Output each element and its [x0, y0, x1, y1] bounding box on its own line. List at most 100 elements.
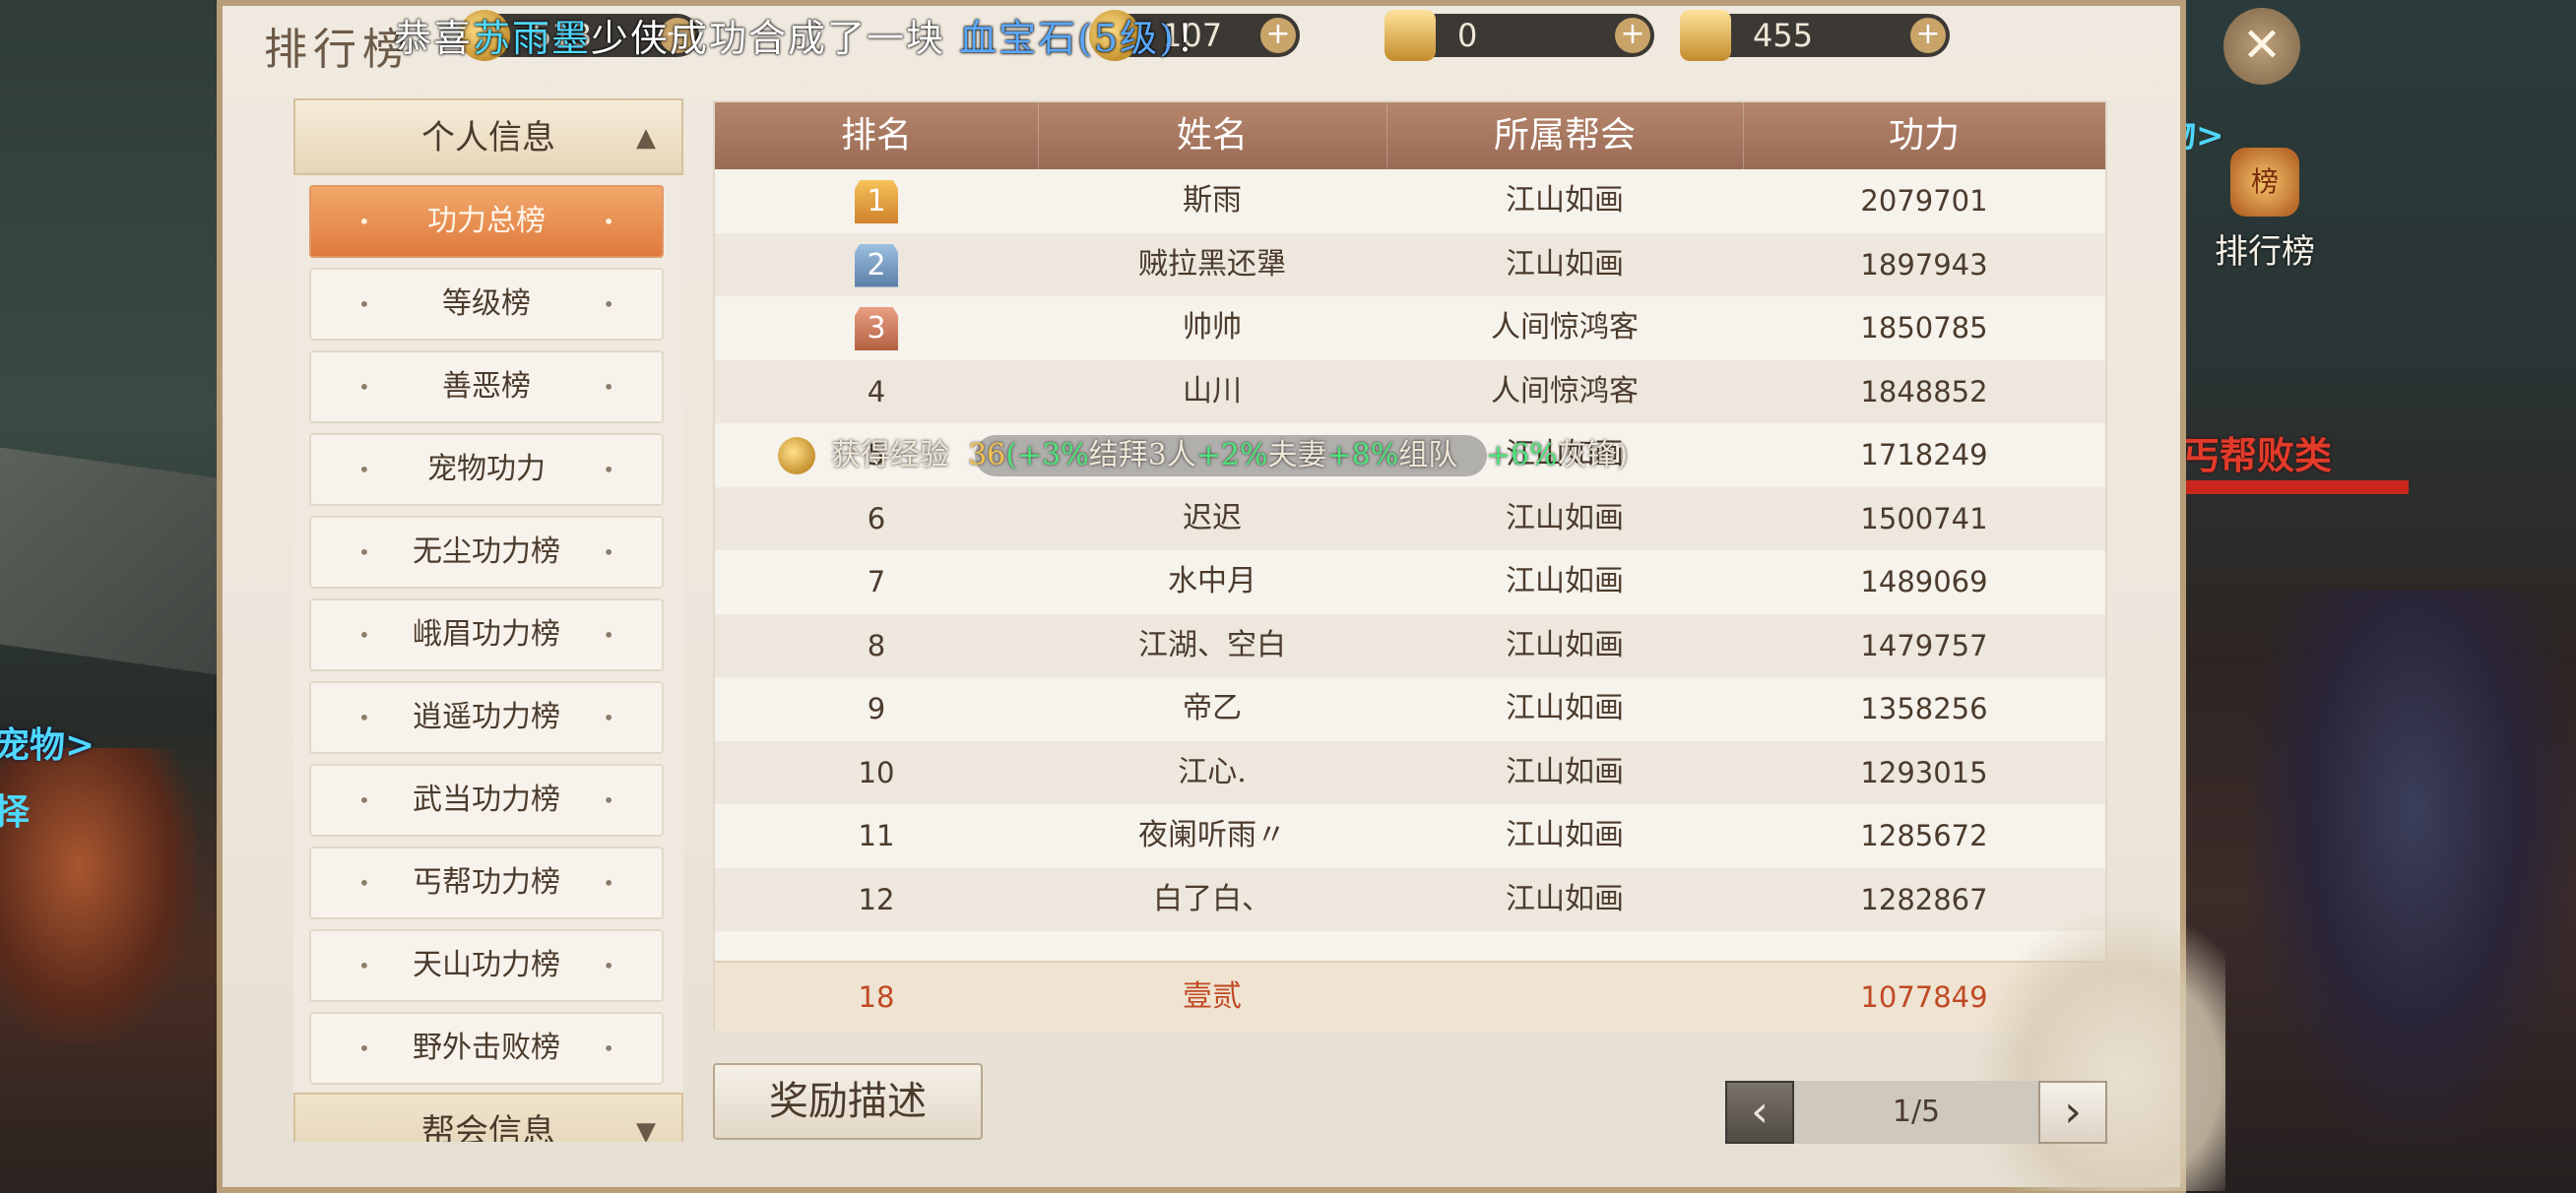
sidebar-item-tianshan[interactable]: • 天山功力榜 •: [309, 929, 664, 1002]
exp-text-4: 灰锋): [1557, 438, 1629, 472]
power-cell: 1718249: [1860, 438, 1988, 471]
power-cell: 1850785: [1860, 311, 1988, 345]
player-name-cell: 帝乙: [1183, 691, 1242, 725]
rank-cell: 8: [867, 628, 886, 662]
sidebar-item-gaibang[interactable]: • 丐帮功力榜 •: [309, 847, 664, 919]
exp-bonus-4: +6%: [1485, 438, 1558, 472]
player-name-cell: 山川: [1183, 373, 1242, 408]
collapse-arrow-icon: ▲: [636, 123, 656, 153]
column-header-power: 功力: [1888, 115, 1960, 156]
sidebar-item-wudang[interactable]: • 武当功力榜 •: [309, 764, 664, 837]
sidebar-item-emei[interactable]: • 峨眉功力榜 •: [309, 598, 664, 671]
table-row[interactable]: 8 江湖、空白 江山如画 1479757: [715, 613, 2105, 677]
table-row[interactable]: 6 迟迟 江山如画 1500741: [715, 486, 2105, 550]
sidebar-item-label: 野外击败榜: [413, 1031, 560, 1065]
power-cell: 1479757: [1860, 628, 1988, 662]
guild-cell: 人间惊鸿客: [1491, 373, 1639, 408]
page-indicator: 1/5: [1892, 1095, 1941, 1129]
close-button[interactable]: ✕: [2223, 8, 2300, 85]
next-page-button[interactable]: ›: [2038, 1081, 2107, 1144]
guild-info-header[interactable]: 帮会信息 ▼: [293, 1093, 683, 1142]
guild-cell: 人间惊鸿客: [1491, 310, 1639, 345]
stone-wall: [0, 447, 217, 675]
add-currency-button[interactable]: +: [1615, 18, 1650, 53]
my-rank: 18: [858, 980, 895, 1014]
exp-text-1: 结拜3人: [1088, 438, 1196, 472]
announcement-player: 苏雨墨: [473, 17, 592, 60]
table-row[interactable]: 2 贼拉黑还犟 江山如画 1897943: [715, 232, 2105, 296]
rank-cell: 2: [715, 233, 1038, 296]
panel-title: 排行榜: [264, 25, 412, 75]
personal-info-header[interactable]: 个人信息 ▲: [293, 98, 683, 175]
enemy-name-label: 丐帮败类: [2182, 433, 2333, 477]
sidebar-item-field-kills[interactable]: • 野外击败榜 •: [309, 1012, 664, 1085]
exp-base: 36: [968, 438, 1006, 472]
cloud-decoration: [1969, 906, 2225, 1191]
reward-description-button[interactable]: 奖励描述: [713, 1063, 983, 1140]
rank-medal-bronze-icon: 3: [855, 307, 898, 350]
sidebar-item-label: 丐帮功力榜: [413, 865, 560, 900]
guild-cell: 江山如画: [1506, 754, 1624, 789]
rank-cell: 10: [858, 755, 895, 789]
add-currency-button[interactable]: +: [1260, 18, 1296, 53]
player-name-cell: 贼拉黑还犟: [1138, 246, 1286, 282]
currency-value: 0: [1457, 17, 1478, 54]
table-row[interactable]: 12 白了白、 江山如画 1282867: [715, 867, 2105, 931]
player-name-cell: 斯雨: [1183, 183, 1242, 218]
sidebar-item-wuchen[interactable]: • 无尘功力榜 •: [309, 516, 664, 589]
rank-cell: 3: [715, 296, 1038, 359]
previous-page-button[interactable]: ‹: [1725, 1081, 1794, 1144]
side-ranking-button[interactable]: 榜 排行榜: [2196, 148, 2334, 276]
pagination: ‹ 1/5 ›: [1725, 1081, 2107, 1144]
side-ranking-label: 排行榜: [2215, 232, 2315, 272]
sidebar-item-label: 逍遥功力榜: [413, 700, 560, 734]
guild-cell: 江山如画: [1506, 183, 1624, 218]
player-name-cell: 水中月: [1168, 564, 1256, 598]
table-header: 排名 姓名 所属帮会 功力: [715, 102, 2105, 169]
power-cell: 1489069: [1860, 565, 1988, 598]
table-row[interactable]: 7 水中月 江山如画 1489069: [715, 550, 2105, 613]
rank-cell: 7: [867, 565, 886, 598]
sidebar-item-power-total[interactable]: • 功力总榜 •: [309, 185, 664, 258]
table-row[interactable]: 11 夜阑听雨〃 江山如画 1285672: [715, 804, 2105, 867]
power-cell: 1285672: [1860, 819, 1988, 852]
table-row[interactable]: 3 帅帅 人间惊鸿客 1850785: [715, 296, 2105, 359]
exp-text-2: 夫妻: [1267, 438, 1327, 472]
rank-cell: 6: [867, 501, 886, 535]
rank-cell: 1: [715, 169, 1038, 232]
power-cell: 1897943: [1860, 247, 1988, 282]
ranking-table: 排名 姓名 所属帮会 功力 1 斯雨 江山如画 2079701 2 贼拉黑还犟 江山如画 18…: [713, 100, 2107, 1032]
player-name-cell: 江心.: [1178, 754, 1247, 789]
sidebar-item-label: 武当功力榜: [413, 783, 560, 817]
rank-medal-gold-icon: 1: [855, 180, 898, 223]
coin-icon: [778, 437, 815, 474]
column-header-guild: 所属帮会: [1386, 102, 1744, 169]
exp-bonus-1: (+3%: [1005, 438, 1089, 472]
close-icon: ✕: [2241, 18, 2283, 73]
sidebar-item-pet-power[interactable]: • 宠物功力 •: [309, 433, 664, 506]
power-cell: 1358256: [1860, 692, 1988, 725]
exp-bonus-2: +2%: [1195, 438, 1268, 472]
npc-label-left-2: 择: [0, 791, 31, 833]
guild-cell: 江山如画: [1506, 881, 1624, 916]
player-name-cell: 白了白、: [1153, 881, 1271, 916]
add-currency-button[interactable]: +: [1910, 18, 1946, 53]
table-row[interactable]: 1 斯雨 江山如画 2079701: [715, 169, 2105, 232]
power-cell: 1500741: [1860, 501, 1988, 535]
sidebar-item-label: 功力总榜: [427, 204, 546, 238]
sidebar-item-karma[interactable]: • 善恶榜 •: [309, 350, 664, 423]
column-header-name: 姓名: [1038, 102, 1387, 169]
enemy-character: [2251, 591, 2576, 1142]
rank-cell: 4: [867, 374, 886, 408]
enemy-health-bar: [2172, 480, 2409, 494]
guild-cell: 江山如画: [1506, 691, 1624, 725]
personal-info-label: 个人信息: [421, 118, 555, 157]
table-row[interactable]: 4 山川 人间惊鸿客 1848852: [715, 359, 2105, 423]
game-world-left: 宠物> 择: [0, 0, 236, 1193]
table-row[interactable]: 10 江心. 江山如画 1293015: [715, 740, 2105, 804]
sidebar-item-xiaoyao[interactable]: • 逍遥功力榜 •: [309, 681, 664, 754]
table-row[interactable]: 9 帝乙 江山如画 1358256: [715, 677, 2105, 740]
sidebar-item-level[interactable]: • 等级榜 •: [309, 268, 664, 341]
exp-bonus-banner: 获得经验 36(+3%结拜3人+2%夫妻+8%组队 +6%灰锋): [778, 431, 1763, 480]
sidebar-item-label: 无尘功力榜: [413, 534, 560, 569]
